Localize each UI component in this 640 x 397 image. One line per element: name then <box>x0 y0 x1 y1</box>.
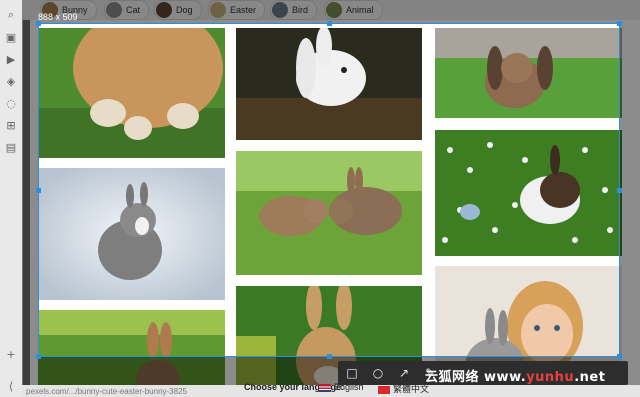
handle-bottom-left[interactable] <box>36 354 41 359</box>
search-icon[interactable]: ⌕ <box>4 8 18 22</box>
handle-middle-left[interactable] <box>36 188 41 193</box>
lang-chinese-label: 繁體中文 <box>393 384 430 394</box>
tw-flag-icon <box>378 385 390 394</box>
rectangle-icon[interactable]: □ <box>340 362 364 384</box>
dim-top <box>22 0 640 23</box>
handle-top-left[interactable] <box>36 21 41 26</box>
bottom-bar: pexels.com/.../bunny-cute-easter-bunny-3… <box>22 382 640 397</box>
chat-icon[interactable]: ◌ <box>4 96 18 110</box>
image-icon[interactable]: ▣ <box>4 30 18 44</box>
screenshot-selection[interactable] <box>36 21 622 359</box>
status-url: pexels.com/.../bunny-cute-easter-bunny-3… <box>26 387 187 396</box>
handle-top-right[interactable] <box>617 21 622 26</box>
watermark-text: 云狐网络 <box>425 370 480 385</box>
arrow-icon[interactable]: ↗ <box>392 362 416 384</box>
video-icon[interactable]: ▶ <box>4 52 18 66</box>
ellipse-icon[interactable]: ○ <box>366 362 390 384</box>
left-toolbar: ⌕ ▣ ▶ ◈ ◌ ⊞ ▤ + ⟨ <box>0 0 23 397</box>
watermark-domain-suffix: .net <box>574 370 606 385</box>
handle-bottom-right[interactable] <box>617 354 622 359</box>
selection-size-label: 888 x 509 <box>38 12 78 22</box>
watermark-domain-main: yunhu <box>526 370 575 385</box>
watermark: 云狐网络 www.yunhu.net <box>425 366 605 385</box>
handle-bottom-middle[interactable] <box>327 354 332 359</box>
collapse-icon[interactable]: ⟨ <box>4 379 18 393</box>
layers-icon[interactable]: ▤ <box>4 140 18 154</box>
watermark-domain-prefix: www. <box>484 370 527 385</box>
us-flag-icon <box>319 383 331 392</box>
plus-icon[interactable]: + <box>4 347 18 361</box>
cart-icon[interactable]: ⊞ <box>4 118 18 132</box>
handle-top-middle[interactable] <box>327 21 332 26</box>
dim-right <box>620 23 640 357</box>
handle-middle-right[interactable] <box>617 188 622 193</box>
vector-icon[interactable]: ◈ <box>4 74 18 88</box>
